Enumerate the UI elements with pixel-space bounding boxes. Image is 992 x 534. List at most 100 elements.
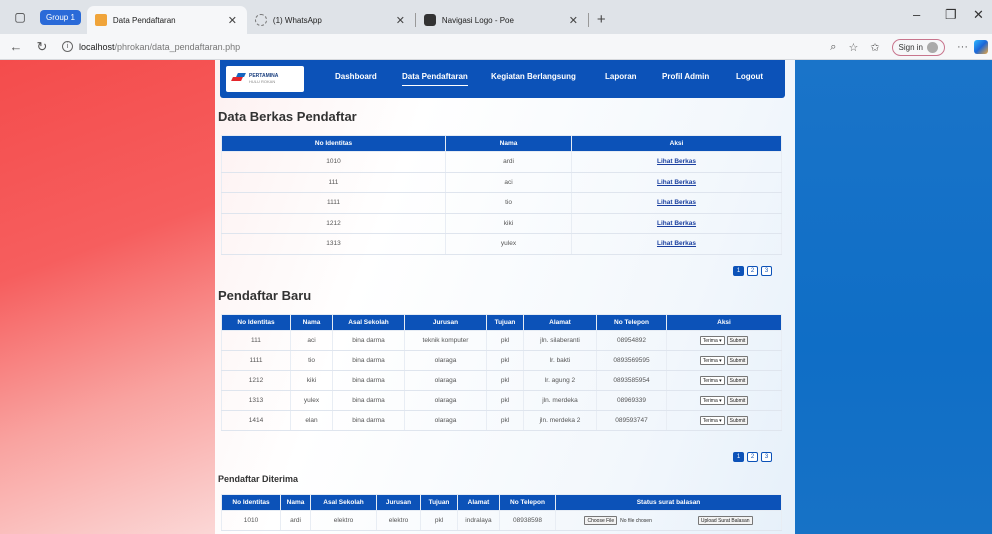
tab-actions-icon[interactable]: ▢ <box>8 5 32 29</box>
table-cell: lr. bakti <box>523 350 597 371</box>
col-header: Status surat balasan <box>555 494 782 511</box>
favorites-icon[interactable]: ✩ <box>870 41 879 54</box>
nav-profil-admin[interactable]: Profil Admin <box>662 72 709 81</box>
no-identitas: 1111 <box>326 199 340 207</box>
nama: yulex <box>303 397 320 404</box>
submit-button[interactable]: Submit <box>726 356 749 365</box>
nav-laporan[interactable]: Laporan <box>605 72 637 81</box>
background-left <box>0 60 215 534</box>
status-select[interactable]: Terima ▾ <box>699 336 725 345</box>
lihat-berkas-link[interactable]: Lihat Berkas <box>657 220 696 227</box>
lihat-berkas-link[interactable]: Lihat Berkas <box>657 240 696 247</box>
table-cell: yulex <box>445 233 572 255</box>
col-header: Tujuan <box>486 314 524 331</box>
page-favicon-icon <box>94 14 107 26</box>
tab-whatsapp[interactable]: (1) WhatsApp ✕ <box>247 6 415 34</box>
submit-button[interactable]: Submit <box>726 396 749 405</box>
no-identitas: 111 <box>251 337 261 344</box>
tab-poe[interactable]: Navigasi Logo - Poe ✕ <box>416 6 588 34</box>
copilot-icon[interactable] <box>974 40 988 54</box>
table-cell: tio <box>445 192 572 214</box>
lihat-berkas-link[interactable]: Lihat Berkas <box>657 199 696 206</box>
tujuan: pkl <box>500 337 510 344</box>
close-icon[interactable]: ✕ <box>396 14 405 27</box>
nama: tio <box>505 199 512 207</box>
background-right <box>795 60 992 534</box>
choose-file-button[interactable]: Choose File <box>584 516 618 525</box>
table-row: 1010 ardi Lihat Berkas <box>221 151 782 173</box>
table-cell: pkl <box>486 350 524 371</box>
close-icon[interactable]: ✕ <box>569 14 578 27</box>
no-telepon: 08938598 <box>513 517 542 524</box>
page-button[interactable]: 1 <box>733 266 744 276</box>
submit-button[interactable]: Submit <box>726 416 749 425</box>
aksi-cell: Terima ▾ Submit <box>666 390 782 411</box>
chevron-down-icon: ▾ <box>719 378 722 384</box>
table-row: 1414 elan bina darma olaraga pkl jln. merdeka… <box>221 410 782 431</box>
submit-button[interactable]: Submit <box>726 376 749 385</box>
pertamina-logo[interactable]: PERTAMINA HULU ROKAN <box>226 66 304 92</box>
table-cell: pkl <box>486 330 524 351</box>
site-info-icon[interactable]: i <box>62 41 73 52</box>
table-cell: tio <box>290 350 333 371</box>
tab-group-chip[interactable]: Group 1 <box>40 9 81 25</box>
back-icon[interactable]: ← <box>6 39 26 54</box>
sign-in-label: Sign in <box>898 42 923 52</box>
nav-logout[interactable]: Logout <box>736 72 763 81</box>
favorite-star-icon[interactable]: ☆ <box>848 41 858 54</box>
table-cell: kiki <box>445 213 572 234</box>
col-header: Aksi <box>571 135 782 152</box>
tab-data-pendaftaran[interactable]: Data Pendaftaran ✕ <box>86 6 247 34</box>
sign-in-button[interactable]: Sign in <box>891 38 945 56</box>
page-button[interactable]: 3 <box>761 452 772 462</box>
lihat-berkas-link[interactable]: Lihat Berkas <box>657 158 696 165</box>
reload-icon[interactable]: ↻ <box>32 39 52 55</box>
table-cell: 1212 <box>221 370 291 391</box>
close-window-icon[interactable]: ✕ <box>973 7 984 23</box>
berkas-pagination: 1 2 3 <box>733 266 772 276</box>
table-cell: Lihat Berkas <box>571 192 782 214</box>
upload-surat-button[interactable]: Upload Surat Balasan <box>697 516 753 525</box>
table-cell: 1111 <box>221 350 291 371</box>
status-select[interactable]: Terima ▾ <box>699 356 725 365</box>
close-icon[interactable]: ✕ <box>228 14 237 27</box>
table-cell: bina darma <box>332 350 405 371</box>
aksi-cell: Terima ▾ Submit <box>666 410 782 431</box>
page-button[interactable]: 2 <box>747 266 758 276</box>
tab-title: Data Pendaftaran <box>112 15 176 25</box>
nav-dashboard[interactable]: Dashboard <box>335 72 377 81</box>
avatar <box>927 41 938 53</box>
table-cell: 08969339 <box>596 390 667 411</box>
new-tab-icon[interactable]: + <box>597 11 606 28</box>
content-panel: PERTAMINA HULU ROKAN Dashboard Data Penda… <box>215 60 795 534</box>
status-select[interactable]: Terima ▾ <box>699 376 725 385</box>
table-cell: pkl <box>486 370 524 391</box>
tujuan: pkl <box>434 517 444 524</box>
table-cell: 1414 <box>221 410 291 431</box>
status-select[interactable]: Terima ▾ <box>699 416 725 425</box>
table-row: 1313 yulex Lihat Berkas <box>221 233 782 255</box>
col-header: No Identitas <box>221 314 291 331</box>
page-button[interactable]: 2 <box>747 452 758 462</box>
nav-data-pendaftaran[interactable]: Data Pendaftaran <box>402 72 468 86</box>
table-row: 111 aci bina darma teknik komputer pkl jln. s… <box>221 330 782 351</box>
nav-kegiatan-berlangsung[interactable]: Kegiatan Berlangsung <box>491 72 576 81</box>
minimize-icon[interactable]: – <box>913 7 920 22</box>
maximize-icon[interactable]: ❐ <box>945 7 957 23</box>
chevron-down-icon: ▾ <box>719 398 722 404</box>
asal-sekolah: bina darma <box>352 377 385 384</box>
table-cell: jln. merdeka 2 <box>523 410 597 431</box>
url-field[interactable]: i localhost/phrokan/data_pendaftaran.php <box>62 41 240 52</box>
page-button[interactable]: 3 <box>761 266 772 276</box>
no-telepon: 0893585954 <box>613 377 650 384</box>
status-select[interactable]: Terima ▾ <box>699 396 725 405</box>
table-cell: ardi <box>445 151 572 173</box>
table-cell: elektro <box>376 510 421 531</box>
more-menu-icon[interactable]: ··· <box>957 41 968 53</box>
pendaftar-baru-table: No Identitas Nama Asal Sekolah Jurusan T… <box>221 314 782 431</box>
logo-text: PERTAMINA HULU ROKAN <box>249 73 278 85</box>
zoom-icon[interactable]: ⌕ <box>830 41 836 54</box>
submit-button[interactable]: Submit <box>726 336 749 345</box>
page-button[interactable]: 1 <box>733 452 744 462</box>
lihat-berkas-link[interactable]: Lihat Berkas <box>657 179 696 186</box>
